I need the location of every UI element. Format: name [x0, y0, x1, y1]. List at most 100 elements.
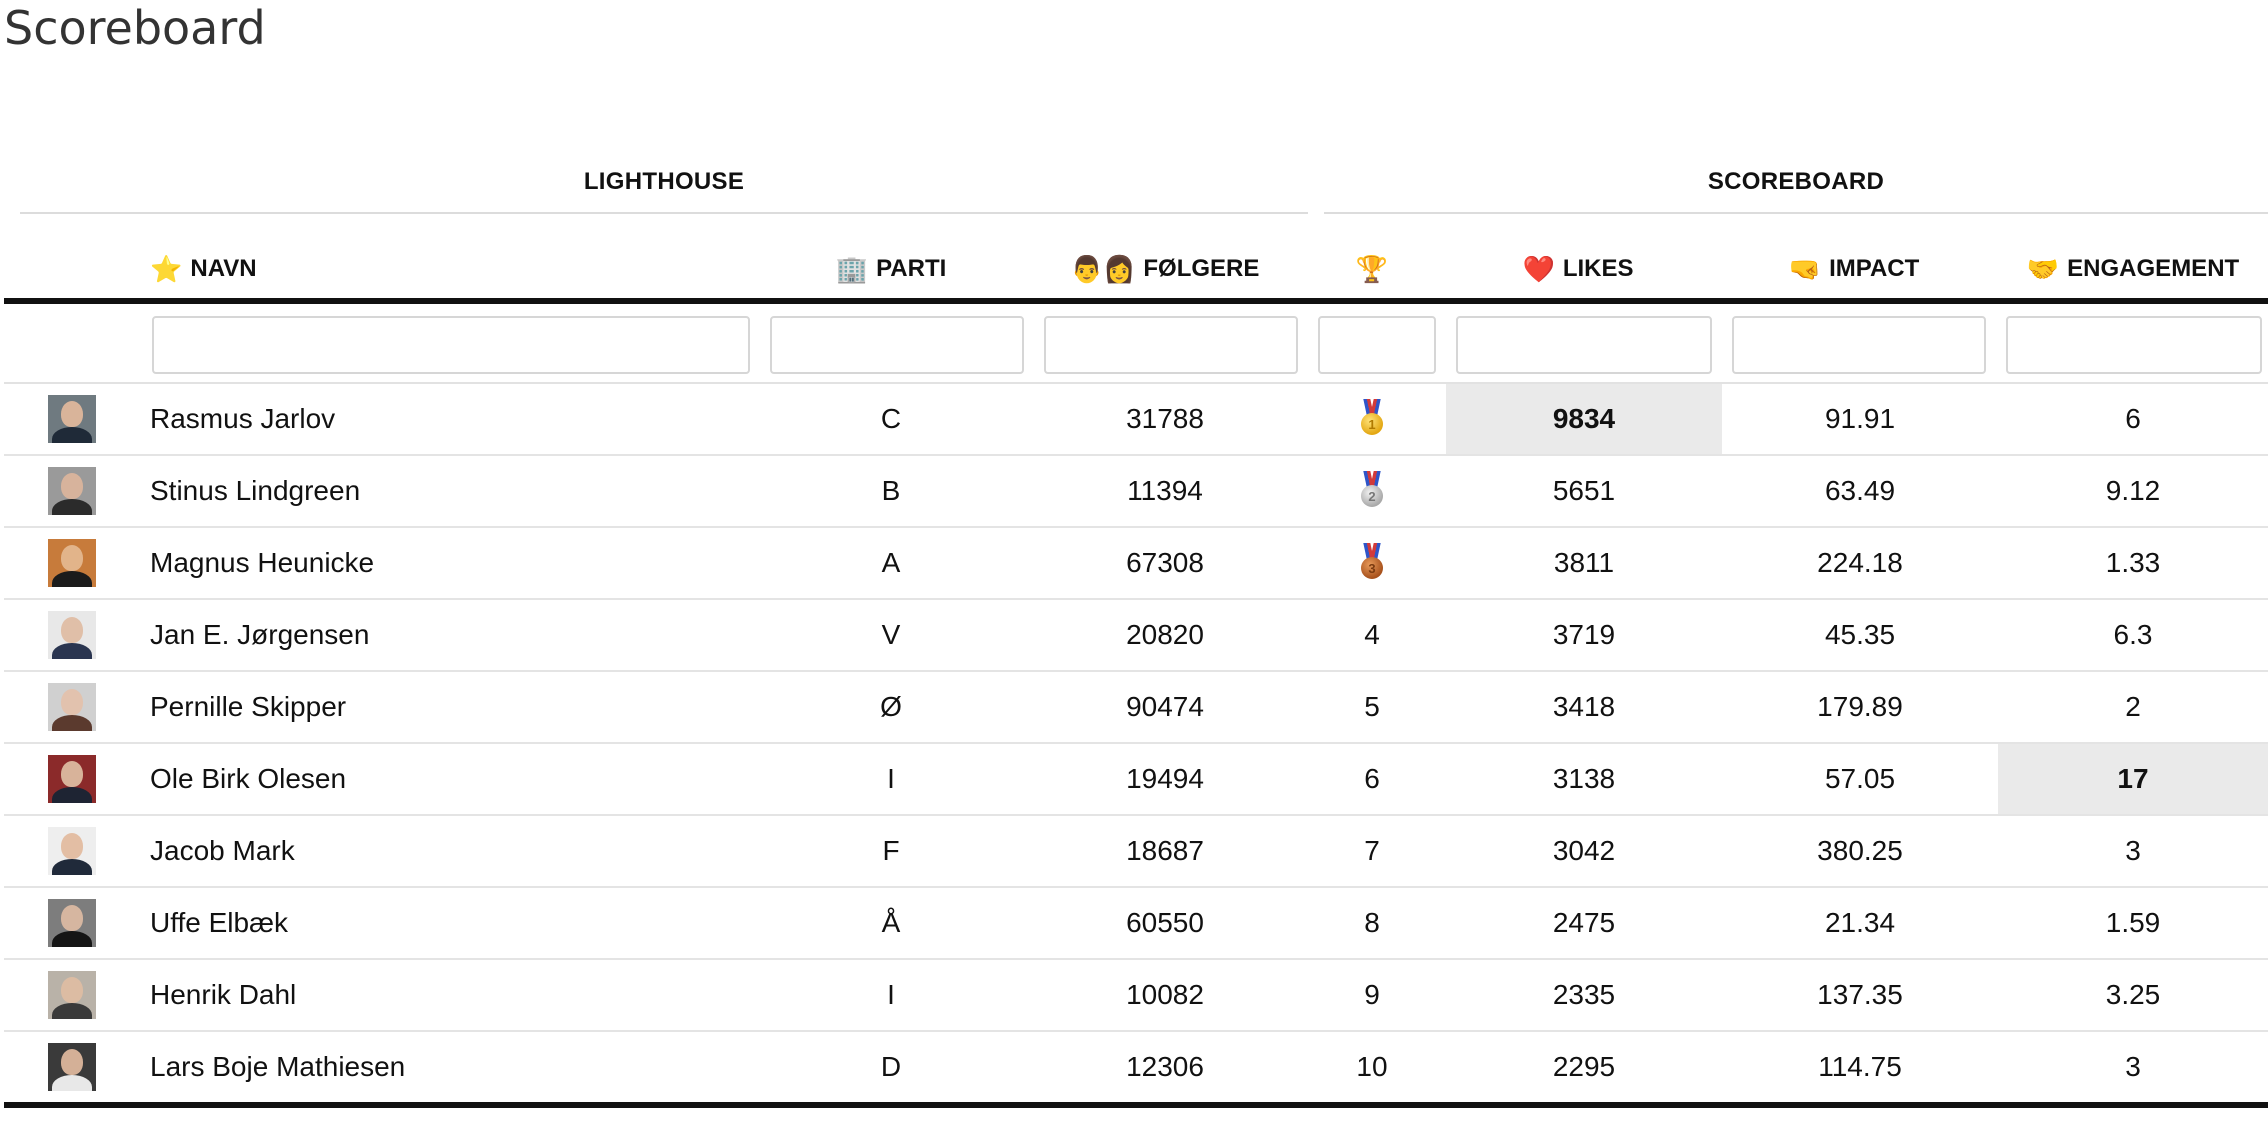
avatar-shoulders: [52, 1075, 92, 1091]
table-row[interactable]: Pernille Skipper Ø 90474 5 3418 179.89 2: [4, 672, 2268, 744]
table-row[interactable]: Uffe Elbæk Å 60550 8 2475 21.34 1.59: [4, 888, 2268, 960]
cell-name-text: Rasmus Jarlov: [150, 403, 336, 434]
fist-icon: 🤜: [1788, 254, 1822, 284]
cell-impact-text: 179.89: [1817, 691, 1903, 722]
cell-parti-text: I: [887, 763, 895, 794]
filter-input-parti[interactable]: [770, 316, 1024, 374]
avatar-shoulders: [52, 643, 92, 659]
cell-likes-text: 2295: [1552, 1051, 1616, 1082]
group-scoreboard: SCOREBOARD: [1324, 164, 2268, 214]
cell-name-text: Henrik Dahl: [150, 979, 297, 1010]
cell-rank: 8: [1310, 888, 1434, 958]
cell-engagement-text: 6: [2125, 403, 2141, 434]
cell-folgere: 67308: [1034, 528, 1296, 598]
filter-input-folgere[interactable]: [1044, 316, 1298, 374]
cell-name: Jan E. Jørgensen: [150, 600, 750, 670]
cell-parti-text: D: [880, 1051, 902, 1082]
cell-likes: 3042: [1446, 816, 1722, 886]
filter-input-rank[interactable]: [1318, 316, 1436, 374]
avatar: [48, 1043, 96, 1091]
column-header-label: PARTI: [876, 255, 947, 282]
cell-engagement: 3: [1998, 1032, 2268, 1102]
table-row[interactable]: Henrik Dahl I 10082 9 2335 137.35 3.25: [4, 960, 2268, 1032]
cell-name: Lars Boje Mathiesen: [150, 1032, 750, 1102]
column-header-label: IMPACT: [1829, 255, 1920, 282]
cell-likes-text: 2475: [1552, 907, 1616, 938]
column-header-parti[interactable]: 🏢 PARTI: [760, 244, 1022, 294]
cell-engagement-text: 9.12: [2105, 475, 2161, 506]
table-row[interactable]: Stinus Lindgreen B 11394 2 5651 63.49 9.12: [4, 456, 2268, 528]
cell-rank-text: 9: [1364, 979, 1380, 1010]
cell-folgere-text: 67308: [1126, 547, 1204, 578]
medal-disc: 1: [1361, 413, 1383, 435]
column-header-folgere[interactable]: 👨👩 FØLGERE: [1034, 244, 1296, 294]
cell-name: Jacob Mark: [150, 816, 750, 886]
column-header-likes[interactable]: ❤️ LIKES: [1446, 244, 1710, 294]
column-header-rank[interactable]: 🏆: [1310, 244, 1434, 294]
cell-parti-text: B: [881, 475, 901, 506]
cell-likes: 2335: [1446, 960, 1722, 1030]
avatar-shoulders: [52, 931, 92, 947]
cell-rank: 1: [1310, 384, 1434, 454]
cell-parti-text: Å: [881, 907, 901, 938]
cell-name-text: Magnus Heunicke: [150, 547, 375, 578]
avatar-face: [61, 1049, 83, 1075]
cell-name: Stinus Lindgreen: [150, 456, 750, 526]
cell-rank-text: 8: [1364, 907, 1380, 938]
cell-impact-text: 45.35: [1824, 619, 1896, 650]
table-row[interactable]: Ole Birk Olesen I 19494 6 3138 57.05 17: [4, 744, 2268, 816]
column-header-engagement[interactable]: 🤝 ENGAGEMENT: [1998, 244, 2268, 294]
column-header-label: NAVN: [190, 255, 257, 282]
cell-name: Ole Birk Olesen: [150, 744, 750, 814]
cell-rank: 5: [1310, 672, 1434, 742]
cell-engagement-text: 3: [2125, 835, 2141, 866]
table-row[interactable]: Lars Boje Mathiesen D 12306 10 2295 114.75 3: [4, 1032, 2268, 1104]
cell-name-text: Jan E. Jørgensen: [150, 619, 370, 650]
cell-impact: 57.05: [1722, 744, 1998, 814]
cell-rank: 10: [1310, 1032, 1434, 1102]
cell-impact: 380.25: [1722, 816, 1998, 886]
cell-impact-text: 63.49: [1824, 475, 1896, 506]
avatar: [48, 467, 96, 515]
cell-impact-text: 114.75: [1818, 1051, 1902, 1082]
cell-likes-text: 3418: [1552, 691, 1616, 722]
cell-rank: 6: [1310, 744, 1434, 814]
cell-likes: 3418: [1446, 672, 1722, 742]
cell-folgere: 11394: [1034, 456, 1296, 526]
cell-parti: D: [760, 1032, 1022, 1102]
cell-folgere: 31788: [1034, 384, 1296, 454]
cell-folgere: 20820: [1034, 600, 1296, 670]
cell-folgere-text: 11394: [1127, 475, 1203, 506]
filter-input-likes[interactable]: [1456, 316, 1712, 374]
cell-name-text: Pernille Skipper: [150, 691, 347, 722]
cell-name-text: Stinus Lindgreen: [150, 475, 361, 506]
filter-input-navn[interactable]: [152, 316, 750, 374]
office-building-icon: 🏢: [835, 254, 869, 284]
cell-impact-text: 224.18: [1817, 547, 1903, 578]
avatar-shoulders: [52, 787, 92, 803]
column-header-navn[interactable]: ⭐ NAVN: [150, 244, 750, 294]
column-header-label: FØLGERE: [1143, 255, 1260, 282]
filter-input-impact[interactable]: [1732, 316, 1986, 374]
avatar: [48, 971, 96, 1019]
handshake-icon: 🤝: [2026, 254, 2060, 284]
avatar-face: [61, 617, 83, 643]
group-label-scoreboard: SCOREBOARD: [1707, 168, 1885, 195]
cell-parti-text: V: [881, 619, 901, 650]
table-bottom-divider: [4, 1102, 2268, 1108]
cell-parti: Ø: [760, 672, 1022, 742]
table-row[interactable]: Jan E. Jørgensen V 20820 4 3719 45.35 6.3: [4, 600, 2268, 672]
table-row[interactable]: Magnus Heunicke A 67308 3 3811 224.18 1.33: [4, 528, 2268, 600]
filter-input-engagement[interactable]: [2006, 316, 2262, 374]
cell-parti: I: [760, 744, 1022, 814]
cell-engagement-text: 3: [2125, 1051, 2141, 1082]
table-row[interactable]: Rasmus Jarlov C 31788 1 9834 91.91 6: [4, 384, 2268, 456]
cell-rank: 9: [1310, 960, 1434, 1030]
avatar-face: [61, 545, 83, 571]
cell-likes-text: 3811: [1553, 547, 1615, 578]
scoreboard-page: Scoreboard LIGHTHOUSE SCOREBOARD ⭐ NAVN …: [0, 0, 2268, 1134]
cell-name: Magnus Heunicke: [150, 528, 750, 598]
cell-folgere-text: 20820: [1126, 619, 1204, 650]
table-row[interactable]: Jacob Mark F 18687 7 3042 380.25 3: [4, 816, 2268, 888]
column-header-impact[interactable]: 🤜 IMPACT: [1722, 244, 1986, 294]
